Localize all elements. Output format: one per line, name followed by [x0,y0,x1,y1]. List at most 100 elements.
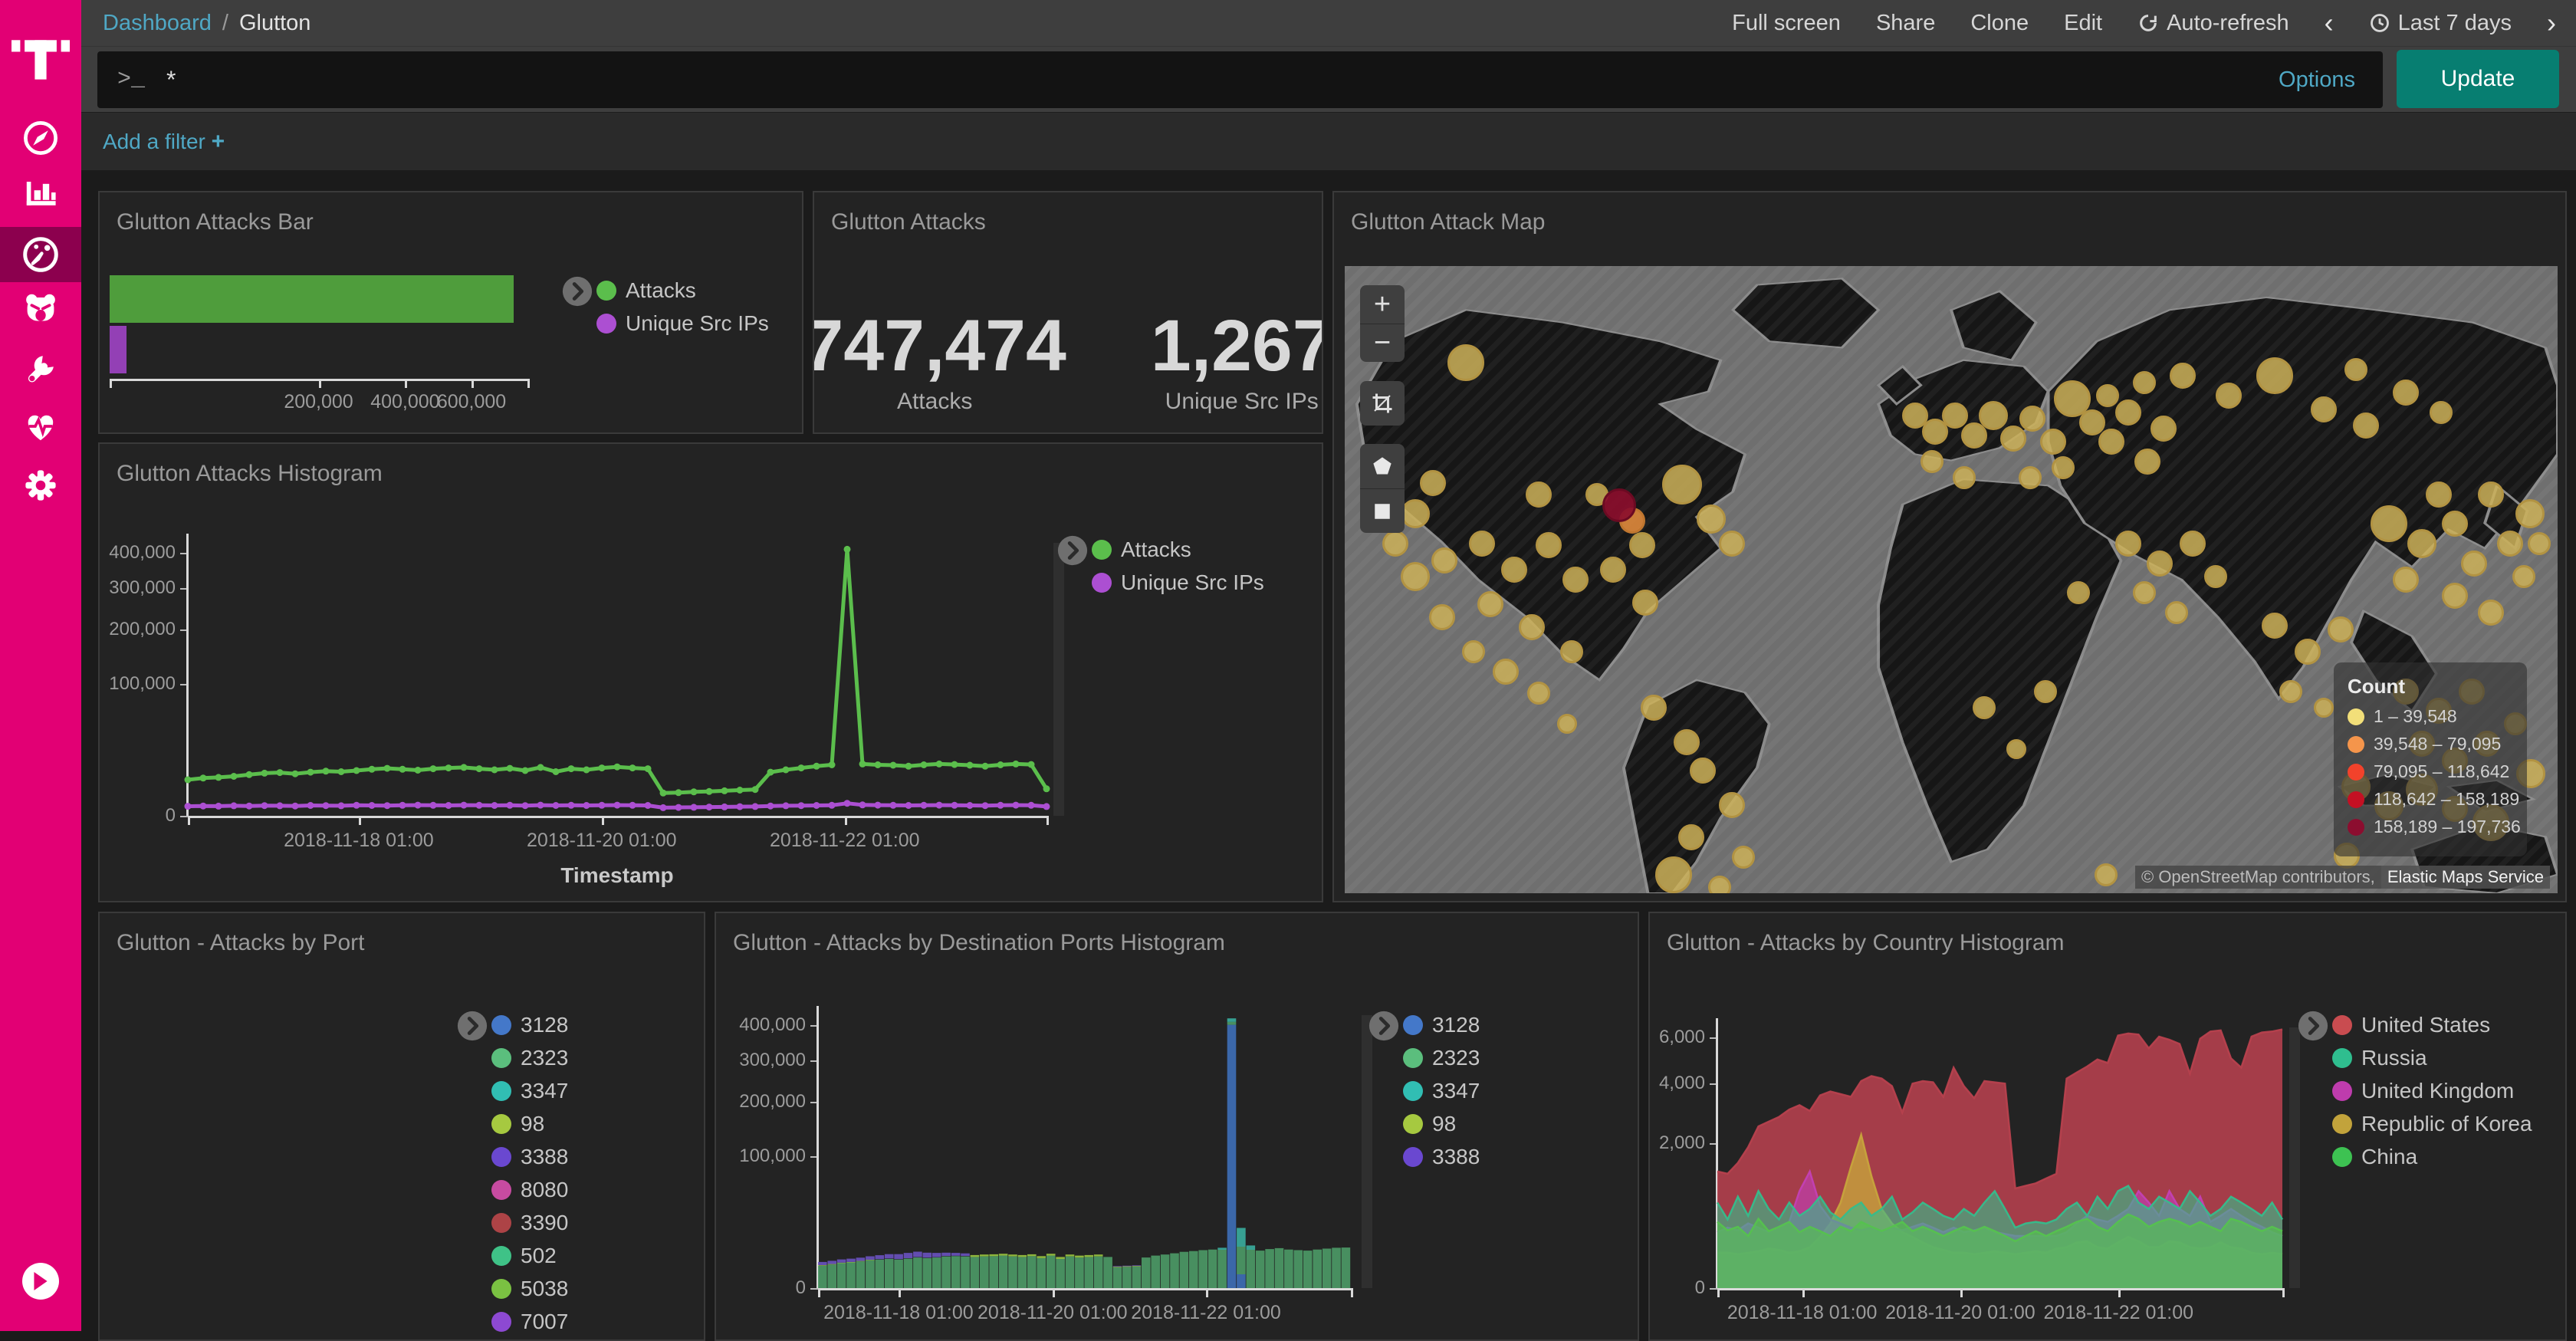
stack-bar-2323 [1275,1248,1284,1288]
update-button[interactable]: Update [2397,50,2559,108]
x-axis-tick [1206,1288,1208,1297]
legend-color-dot [491,1048,511,1068]
map-bubble [2497,531,2523,557]
fit-data-bounds-button[interactable] [1360,381,1405,426]
stack-bar-2323 [846,1263,856,1289]
sidebar-item-dev-tools[interactable] [0,341,81,396]
map-legend-dot [2348,819,2364,836]
legend-item[interactable]: United Kingdom [2332,1079,2532,1103]
legend-toggle-chevron[interactable] [2297,1010,2329,1046]
legend-collapse-strip[interactable] [1362,1015,1372,1288]
legend-item[interactable]: Republic of Korea [2332,1112,2532,1136]
legend-item[interactable]: Unique Src IPs [1092,570,1264,595]
legend-item[interactable]: 3388 [491,1145,568,1169]
stack-bar-98 [1008,1254,1017,1256]
stack-bar-2323 [1008,1257,1017,1288]
stack-bar-2323 [961,1257,970,1288]
legend-item[interactable]: Russia [2332,1046,2532,1070]
sidebar-item-dashboard[interactable] [0,227,81,282]
legend-item[interactable]: 3128 [491,1013,568,1037]
map-bubble [2478,482,2504,508]
legend-item[interactable]: China [2332,1145,2532,1169]
legend-label: China [2361,1145,2417,1169]
legend-item[interactable]: 3347 [1403,1079,1480,1103]
map-bubble [1678,824,1704,850]
legend-toggle-chevron[interactable] [561,275,593,311]
clone-button[interactable]: Clone [1970,11,2029,36]
edit-button[interactable]: Edit [2064,11,2102,36]
map-bubble [1401,562,1430,591]
legend-item[interactable]: 98 [491,1112,568,1136]
legend-item[interactable]: 3388 [1403,1145,1480,1169]
stack-bar-2323 [1342,1247,1351,1288]
legend-item[interactable]: 3128 [1403,1013,1480,1037]
legend-color-dot [596,314,616,334]
map-bubble [1536,532,1562,558]
legend-toggle-chevron[interactable] [456,1010,488,1046]
panel-title: Glutton Attacks Histogram [117,461,383,487]
map-bubble [1477,591,1503,617]
plot-canvas [188,543,1046,816]
stack-bar-98 [1018,1255,1027,1257]
legend-item[interactable]: 2323 [1403,1046,1480,1070]
legend-color-dot [491,1279,511,1299]
legend-item[interactable]: 5038 [491,1277,568,1301]
legend-item[interactable]: 98 [1403,1112,1480,1136]
legend-collapse-strip[interactable] [2289,1027,2300,1288]
osm-attribution-link[interactable]: © OpenStreetMap contributors, [2135,866,2381,889]
legend-item[interactable]: 2323 [491,1046,568,1070]
sidebar-collapse-button[interactable] [22,1263,59,1300]
legend-item[interactable]: 8080 [491,1178,568,1202]
zoom-in-button[interactable]: + [1360,285,1405,324]
sidebar-item-honeypot[interactable] [0,282,81,337]
time-next-button[interactable]: › [2547,12,2556,35]
sidebar-item-management[interactable] [0,458,81,513]
legend-item[interactable]: United States [2332,1013,2532,1037]
legend-item[interactable]: 3347 [491,1079,568,1103]
legend-toggle-chevron[interactable] [1056,534,1089,570]
add-filter-link[interactable]: Add a filter + [103,129,225,155]
panel-attack-map: Glutton Attack Map + − [1332,191,2567,902]
gear-icon [19,464,62,507]
panel-title: Glutton Attacks [831,209,986,235]
legend-label: 8080 [521,1178,568,1202]
map-bubble [2528,532,2551,555]
x-axis-tick-label: 2018-11-20 01:00 [1885,1302,2036,1324]
time-picker-button[interactable]: Last 7 days [2369,11,2512,36]
legend-item[interactable]: Unique Src IPs [596,311,769,336]
stack-bar-3347 [1227,1018,1237,1022]
legend-item[interactable]: Attacks [1092,537,1264,562]
auto-refresh-button[interactable]: Auto-refresh [2137,11,2289,36]
legend-item[interactable]: 502 [491,1244,568,1268]
zoom-out-button[interactable]: − [1360,324,1405,362]
stack-bar-98 [818,1265,827,1266]
map-bubble [2430,401,2453,424]
sidebar-item-discover[interactable] [0,110,81,166]
telekom-logo[interactable] [0,17,81,101]
map-bubble [1462,640,1485,663]
breadcrumb-dashboard-link[interactable]: Dashboard [103,11,212,36]
stack-bar-3388 [913,1252,922,1257]
legend-item[interactable]: 7007 [491,1310,568,1334]
sidebar-item-visualize[interactable] [0,165,81,220]
legend-toggle-chevron[interactable] [1368,1010,1400,1046]
draw-polygon-button[interactable] [1360,444,1405,488]
legend-item[interactable]: Attacks [596,278,769,303]
legend-collapse-strip[interactable] [1053,543,1064,816]
x-axis-tick [472,379,474,388]
sidebar-item-monitoring[interactable] [0,399,81,454]
elastic-maps-link[interactable]: Elastic Maps Service [2381,866,2550,889]
panel-country-histogram: Glutton - Attacks by Country Histogram 0… [1648,912,2567,1341]
query-options-link[interactable]: Options [2279,67,2355,93]
stack-bar-98 [1046,1254,1056,1255]
world-map[interactable]: + − Count 1 – 39,54839,5 [1345,266,2558,893]
time-prev-button[interactable]: ‹ [2325,12,2334,35]
search-input[interactable]: >_ * Options [97,51,2383,108]
share-button[interactable]: Share [1876,11,1935,36]
full-screen-button[interactable]: Full screen [1732,11,1841,36]
legend-item[interactable]: 3390 [491,1211,568,1235]
map-bubble [2426,482,2452,508]
stack-bar-3388 [818,1262,827,1265]
bar-chart-icon [19,171,62,214]
draw-rectangle-button[interactable] [1360,488,1405,533]
